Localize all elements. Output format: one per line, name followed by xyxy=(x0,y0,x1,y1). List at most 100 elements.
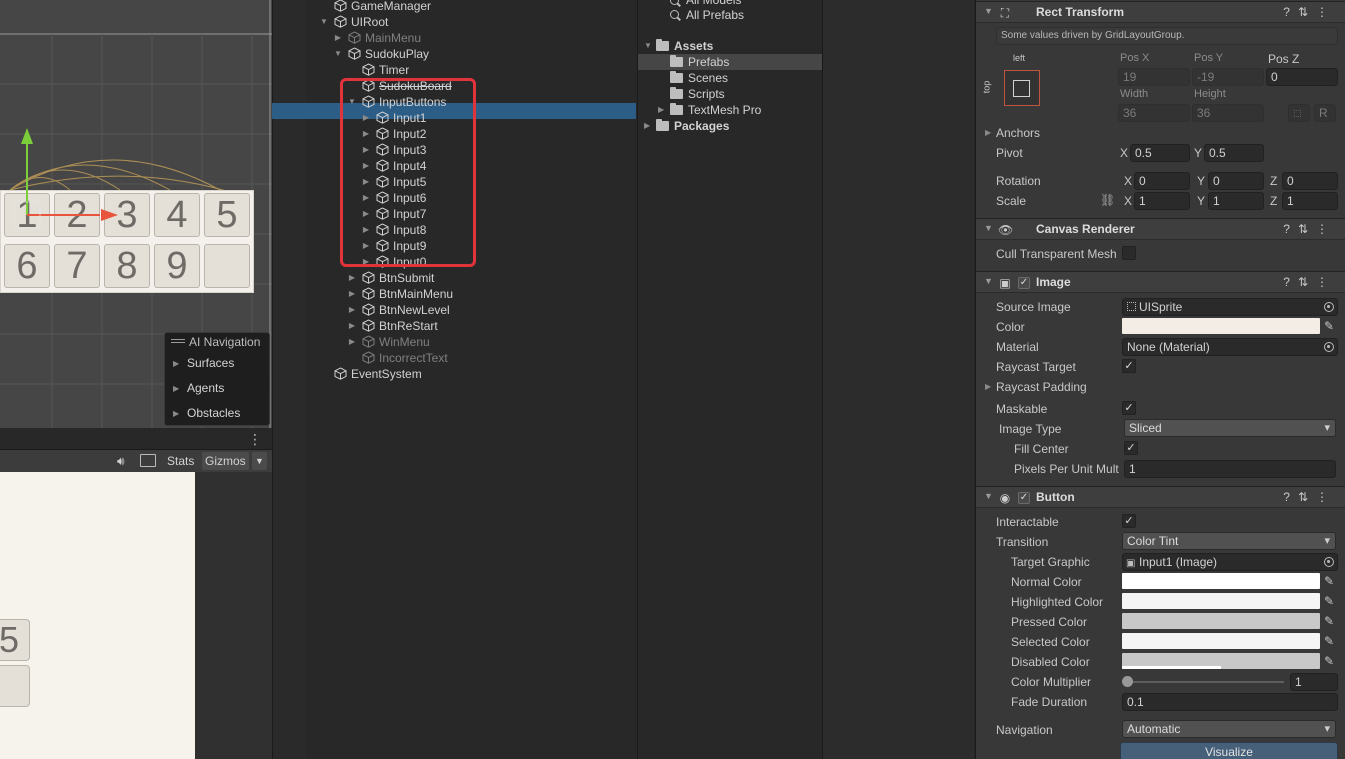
rotation-x-field[interactable]: 0 xyxy=(1134,172,1190,190)
hierarchy-item[interactable]: ▶ BtnMainMenu xyxy=(306,286,636,302)
hierarchy-item[interactable]: ▶ Input6 xyxy=(306,190,636,206)
pressed-color-swatch[interactable] xyxy=(1122,613,1320,629)
expand-right-icon[interactable]: ▶ xyxy=(347,334,357,350)
component-header-icons[interactable]: ?⇅⋮ xyxy=(1283,5,1336,19)
expand-right-icon[interactable]: ▶ xyxy=(347,286,357,302)
hierarchy-item[interactable]: ▶ Input5 xyxy=(306,174,636,190)
hierarchy-item[interactable]: ▶ Input8 xyxy=(306,222,636,238)
cull-transparent-mesh-checkbox[interactable] xyxy=(1122,246,1136,260)
navigation-dropdown[interactable]: Automatic xyxy=(1122,720,1336,738)
raw-edit-button[interactable]: R xyxy=(1314,104,1336,122)
scene-cell[interactable]: 9 xyxy=(154,244,200,288)
gizmos-button[interactable]: Gizmos xyxy=(202,452,249,470)
hierarchy-item[interactable]: ▶ WinMenu xyxy=(306,334,636,350)
image-header[interactable]: ▼ ▣ ✓ Image ?⇅⋮ xyxy=(976,271,1345,293)
project-folder-item[interactable]: ▼ Assets xyxy=(638,38,822,54)
stats-button[interactable]: Stats xyxy=(164,452,197,470)
fold-arrow-icon[interactable]: ▼ xyxy=(984,491,993,501)
eyedropper-icon[interactable]: ✎ xyxy=(1322,594,1336,608)
pos-z-field[interactable]: 0 xyxy=(1266,68,1338,86)
hierarchy-item[interactable]: ▼ InputButtons xyxy=(306,94,636,110)
expand-down-icon[interactable]: ▼ xyxy=(319,14,329,30)
hierarchy-item[interactable]: ▶ Input4 xyxy=(306,158,636,174)
pivot-x-field[interactable]: 0.5 xyxy=(1130,144,1190,162)
highlighted-color-swatch[interactable] xyxy=(1122,593,1320,609)
constrain-proportions-icon[interactable]: ⛓ xyxy=(1100,193,1115,207)
button-enabled-checkbox[interactable]: ✓ xyxy=(1018,492,1030,504)
expand-right-icon[interactable]: ▶ xyxy=(361,142,371,158)
button-header[interactable]: ▼ ◉ ✓ Button ?⇅⋮ xyxy=(976,486,1345,508)
expand-right-icon[interactable]: ▶ xyxy=(361,126,371,142)
anchor-preset-button[interactable] xyxy=(1004,70,1040,106)
selected-color-swatch[interactable] xyxy=(1122,633,1320,649)
search-item-all-prefabs[interactable]: All Prefabs xyxy=(638,7,822,23)
hierarchy-item[interactable]: ▼ UIRoot xyxy=(306,14,636,30)
project-folder-item[interactable]: ▶ Packages xyxy=(638,118,822,134)
color-swatch[interactable] xyxy=(1122,318,1320,334)
project-folder-item[interactable]: Prefabs xyxy=(638,54,822,70)
scene-cell[interactable] xyxy=(204,244,250,288)
expand-right-icon[interactable]: ▶ xyxy=(347,318,357,334)
component-header-icons[interactable]: ?⇅⋮ xyxy=(1283,490,1336,504)
expand-right-icon[interactable]: ▶ xyxy=(658,102,664,118)
project-content-pane[interactable] xyxy=(822,0,974,759)
gizmos-dropdown-icon[interactable]: ▼ xyxy=(252,452,267,470)
image-type-dropdown[interactable]: Sliced xyxy=(1124,419,1336,437)
interactable-checkbox[interactable]: ✓ xyxy=(1122,514,1136,528)
project-folder-item[interactable]: Scenes xyxy=(638,70,822,86)
hierarchy-item[interactable]: IncorrectText xyxy=(306,350,636,366)
eyedropper-icon[interactable]: ✎ xyxy=(1322,614,1336,628)
expand-right-icon[interactable]: ▶ xyxy=(361,110,371,126)
pivot-y-field[interactable]: 0.5 xyxy=(1204,144,1264,162)
scale-x-field[interactable]: 1 xyxy=(1134,192,1190,210)
hierarchy-item[interactable]: ▶ Input1 xyxy=(306,110,636,126)
hierarchy-panel[interactable]: GameManager ▼ UIRoot ▶ MainMenu ▼ SudokuPlay Ti… xyxy=(306,0,636,759)
expand-right-icon[interactable]: ▶ xyxy=(361,238,371,254)
component-header-icons[interactable]: ?⇅⋮ xyxy=(1283,222,1336,236)
fill-center-checkbox[interactable]: ✓ xyxy=(1124,441,1138,455)
expand-right-icon[interactable]: ▶ xyxy=(361,174,371,190)
scene-view[interactable]: 1 2 3 4 5 6 7 8 9 AI Navigation Surfaces… xyxy=(0,0,272,428)
color-multiplier-field[interactable]: 1 xyxy=(1290,673,1338,691)
fade-duration-field[interactable]: 0.1 xyxy=(1122,693,1338,711)
fold-arrow-icon[interactable]: ▼ xyxy=(984,276,993,286)
scale-z-field[interactable]: 1 xyxy=(1282,192,1338,210)
hierarchy-item[interactable]: Timer xyxy=(306,62,636,78)
scene-cell[interactable]: 7 xyxy=(54,244,100,288)
scene-cell[interactable]: 5 xyxy=(204,193,250,237)
game-cell[interactable]: 5 xyxy=(0,619,30,661)
raycast-padding-fold-icon[interactable]: ▶ xyxy=(985,382,991,391)
hierarchy-item[interactable]: EventSystem xyxy=(306,366,636,382)
component-header-icons[interactable]: ?⇅⋮ xyxy=(1283,275,1336,289)
rotation-y-field[interactable]: 0 xyxy=(1208,172,1264,190)
hierarchy-item[interactable]: ▶ MainMenu xyxy=(306,30,636,46)
move-gizmo[interactable] xyxy=(0,120,130,240)
visualize-button[interactable]: Visualize xyxy=(1120,742,1338,759)
anchors-fold-icon[interactable]: ▶ xyxy=(985,128,991,137)
fold-arrow-icon[interactable]: ▼ xyxy=(984,223,993,233)
expand-right-icon[interactable]: ▶ xyxy=(644,118,650,134)
expand-down-icon[interactable]: ▼ xyxy=(347,94,357,110)
eyedropper-icon[interactable]: ✎ xyxy=(1322,574,1336,588)
hierarchy-item[interactable]: ▶ Input7 xyxy=(306,206,636,222)
ai-nav-item-surfaces[interactable]: Surfaces xyxy=(165,351,269,376)
hierarchy-item[interactable]: ▶ Input2 xyxy=(306,126,636,142)
eyedropper-icon[interactable]: ✎ xyxy=(1322,654,1336,668)
raycast-target-checkbox[interactable]: ✓ xyxy=(1122,359,1136,373)
expand-right-icon[interactable]: ▶ xyxy=(361,206,371,222)
color-multiplier-track[interactable] xyxy=(1126,681,1284,683)
hierarchy-item[interactable]: GameManager xyxy=(306,0,636,14)
game-cell[interactable] xyxy=(0,665,30,707)
pixels-per-unit-field[interactable]: 1 xyxy=(1124,460,1336,478)
raycast-padding-label[interactable]: Raycast Padding xyxy=(996,380,1087,394)
scene-cell[interactable]: 4 xyxy=(154,193,200,237)
object-picker-icon[interactable] xyxy=(1324,557,1334,567)
material-field[interactable]: None (Material) xyxy=(1122,338,1338,356)
rect-transform-header[interactable]: ▼ ⛶ Rect Transform ?⇅⋮ xyxy=(976,1,1345,23)
expand-right-icon[interactable]: ▶ xyxy=(361,254,371,270)
game-view[interactable]: 5 xyxy=(0,472,272,759)
blueprint-mode-icon[interactable]: ⬚ xyxy=(1288,104,1310,122)
target-graphic-field[interactable]: ▣ Input1 (Image) xyxy=(1122,553,1338,571)
rotation-z-field[interactable]: 0 xyxy=(1282,172,1338,190)
eyedropper-icon[interactable]: ✎ xyxy=(1322,634,1336,648)
